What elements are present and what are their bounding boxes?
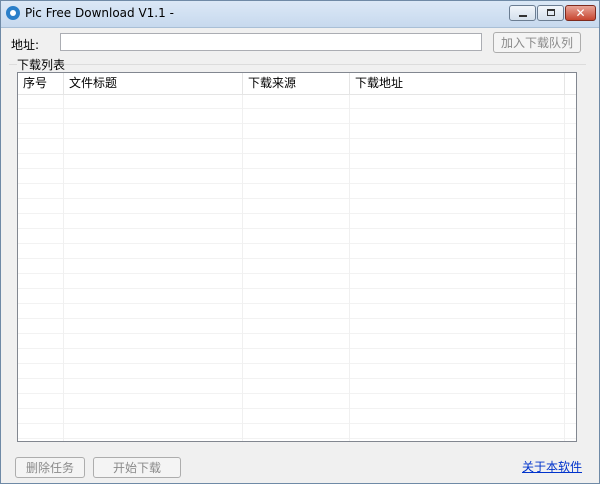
column-divider (63, 94, 64, 441)
download-list-group-title: 下载列表 (17, 56, 66, 73)
maximize-button[interactable] (537, 5, 564, 21)
list-body[interactable] (18, 94, 576, 441)
address-input[interactable] (60, 33, 482, 51)
minimize-button[interactable] (509, 5, 536, 21)
column-divider (242, 94, 243, 441)
column-divider (564, 94, 565, 441)
about-software-link[interactable]: 关于本软件 (522, 458, 582, 475)
add-to-queue-button[interactable]: 加入下载队列 (493, 32, 581, 53)
column-divider (349, 94, 350, 441)
address-label: 地址: (11, 38, 40, 52)
close-button[interactable]: ✕ (565, 5, 596, 21)
column-header-index[interactable]: 序号 (18, 73, 64, 94)
maximize-icon (547, 9, 555, 16)
start-download-button[interactable]: 开始下载 (93, 457, 181, 478)
download-list-group-border (9, 64, 586, 65)
close-icon: ✕ (575, 6, 586, 20)
column-header-file-title[interactable]: 文件标题 (64, 73, 243, 94)
title-bar[interactable]: Pic Free Download V1.1 - ✕ (1, 1, 599, 28)
app-icon (6, 6, 20, 20)
window-title: Pic Free Download V1.1 - (25, 6, 174, 20)
delete-task-button[interactable]: 删除任务 (15, 457, 85, 478)
column-header-url[interactable]: 下载地址 (350, 73, 565, 94)
download-list[interactable]: 序号 文件标题 下载来源 下载地址 (17, 72, 577, 442)
app-window: Pic Free Download V1.1 - ✕ 地址: 加入下载队列 下载… (0, 0, 600, 484)
list-header: 序号 文件标题 下载来源 下载地址 (18, 73, 576, 95)
minimize-icon (519, 15, 527, 17)
column-header-source[interactable]: 下载来源 (243, 73, 350, 94)
